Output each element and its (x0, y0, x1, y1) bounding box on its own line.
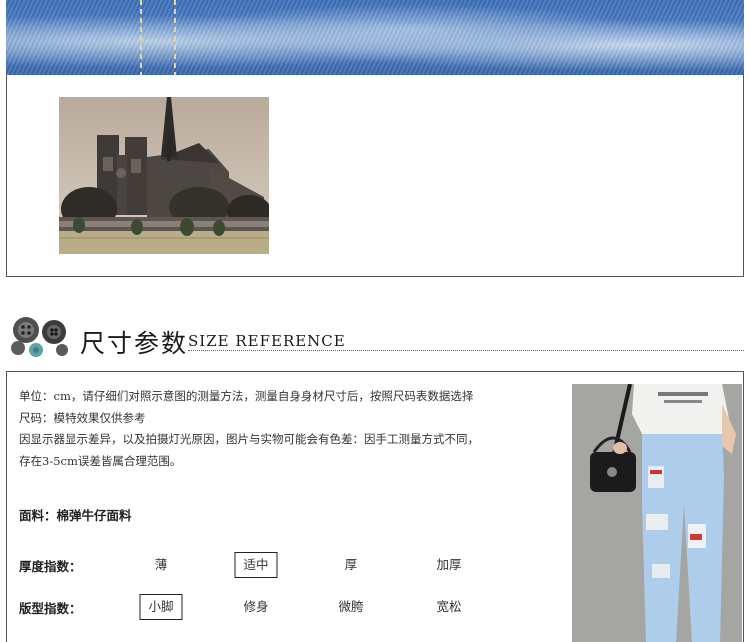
note-line: 因显示器显示差异，以及拍摄灯光原因，图片与实物可能会有色差：因手工测量方式不同， (19, 432, 479, 446)
note-line: 存在3-5cm误差皆属合理范围。 (19, 453, 182, 468)
index-label: 厚度指数： (19, 559, 82, 574)
photo-frame (6, 75, 744, 277)
index-label: 版型指数： (19, 601, 82, 616)
model-photo (572, 384, 742, 642)
note-line: 尺码：模特效果仅供参考 (19, 410, 146, 425)
stitch-seam (174, 0, 176, 75)
fit-index-row: 版型指数： 小脚 修身 微胯 宽松 (19, 594, 559, 620)
stitch-seam (140, 0, 142, 75)
option-slim: 修身 (243, 599, 269, 614)
option-extra-thick: 加厚 (436, 557, 462, 572)
option-loose: 宽松 (436, 599, 462, 614)
option-skinny-selected: 小脚 (139, 594, 183, 620)
cathedral-photo (59, 97, 269, 254)
size-reference-header: 尺寸参数 SIZE REFERENCE (8, 314, 744, 358)
dotted-divider (188, 350, 744, 351)
note-line: 单位：cm，请仔细们对照示意图的测量方法，测量自身身材尺寸后，按照尺码表数据选择 (19, 389, 474, 403)
option-thick: 厚 (344, 557, 358, 572)
size-notes: 单位：cm，请仔细们对照示意图的测量方法，测量自身身材尺寸后，按照尺码表数据选择… (19, 386, 564, 472)
thickness-index-row: 厚度指数： 薄 适中 厚 加厚 (19, 552, 559, 578)
option-relaxed-hip: 微胯 (338, 599, 364, 614)
size-info-panel: 单位：cm，请仔细们对照示意图的测量方法，测量自身身材尺寸后，按照尺码表数据选择… (6, 371, 744, 642)
fabric-label: 面料：棉弹牛仔面料 (19, 508, 132, 523)
option-medium-selected: 适中 (234, 552, 278, 578)
section-title-en: SIZE REFERENCE (188, 332, 346, 350)
button-cluster-icon (11, 317, 68, 357)
option-thin: 薄 (154, 557, 168, 572)
denim-fabric-banner (6, 0, 744, 75)
section-title-cn: 尺寸参数 (80, 329, 189, 358)
